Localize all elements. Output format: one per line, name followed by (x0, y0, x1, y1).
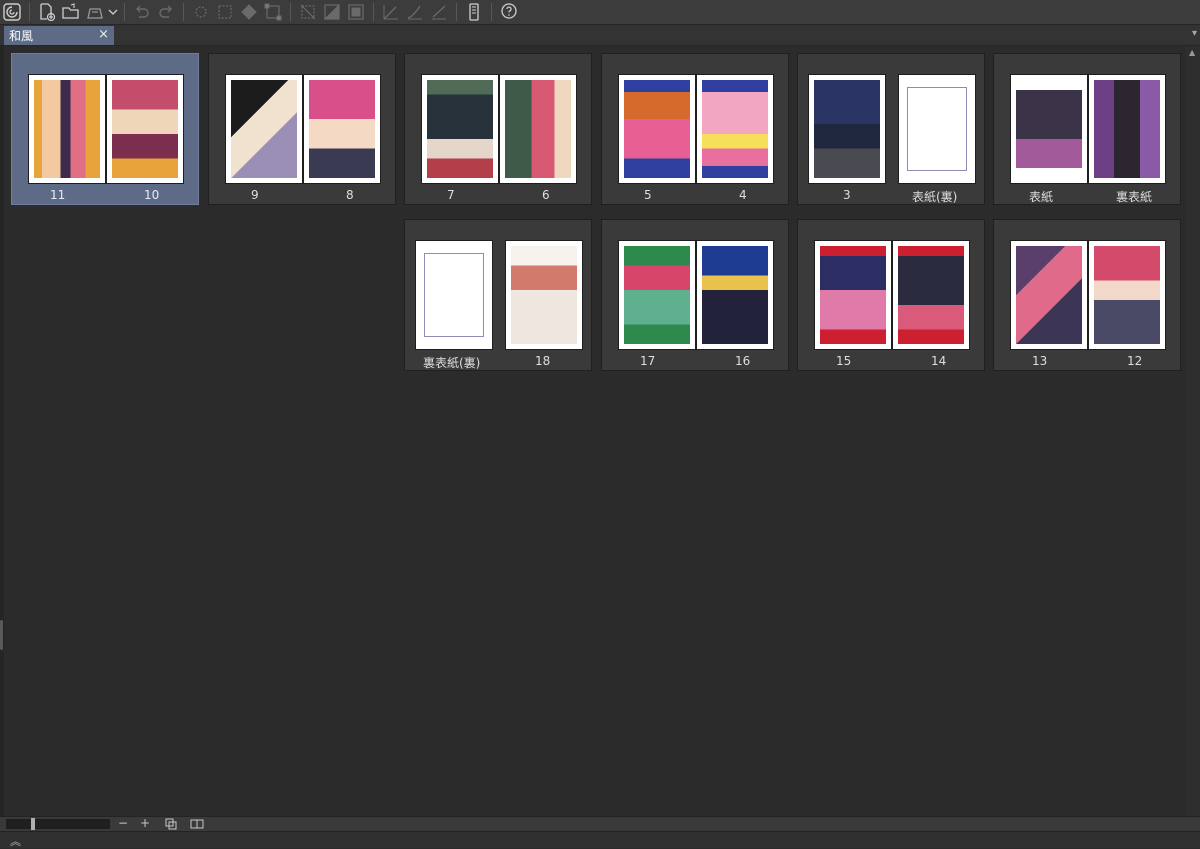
toolbar-divider (456, 3, 457, 21)
ruler-icon[interactable] (380, 1, 402, 23)
left-panel-edge (0, 46, 4, 816)
page-thumbnail-cover-back[interactable] (898, 74, 976, 184)
select-all-icon[interactable] (214, 1, 236, 23)
page-thumbnail-10[interactable] (106, 74, 184, 184)
vertical-scrollbar[interactable] (1186, 46, 1200, 816)
help-icon[interactable] (498, 1, 520, 23)
deselect-icon[interactable] (297, 1, 319, 23)
fill-icon[interactable] (238, 1, 260, 23)
trim-frame (424, 253, 484, 337)
toolbar-divider (491, 3, 492, 21)
page-number-label: 14 (931, 354, 947, 368)
toolbar-divider (373, 3, 374, 21)
spread-15-14[interactable]: 15 14 (797, 219, 985, 371)
chevron-down-icon[interactable] (108, 1, 118, 23)
chevron-down-icon[interactable]: ▾ (1192, 28, 1197, 39)
page-thumbnail-7[interactable] (421, 74, 499, 184)
page-thumbnail-6[interactable] (499, 74, 577, 184)
invert-selection-icon[interactable] (321, 1, 343, 23)
spread-7-6[interactable]: 7 6 (404, 53, 592, 205)
page-number-label: 17 (640, 354, 656, 368)
page-thumbnail-cover[interactable] (1010, 74, 1088, 184)
open-folder-icon[interactable] (60, 1, 82, 23)
page-number-label: 7 (447, 188, 455, 202)
page-thumbnail-11[interactable] (28, 74, 106, 184)
status-bar: ︽ (0, 831, 1200, 848)
page-number-label: 4 (739, 188, 747, 202)
toolbar-divider (29, 3, 30, 21)
spread-cover[interactable]: 表紙 裏表紙 (993, 53, 1181, 205)
undo-icon[interactable] (131, 1, 153, 23)
trim-frame (907, 87, 967, 171)
panel-resize-handle[interactable] (0, 620, 3, 650)
page-number-label: 18 (535, 354, 551, 368)
page-number-label: 10 (144, 188, 160, 202)
page-thumbnail-15[interactable] (814, 240, 892, 350)
scroll-up-icon[interactable]: ▲ (1189, 48, 1195, 57)
page-thumbnail-13[interactable] (1010, 240, 1088, 350)
export-icon[interactable] (84, 1, 106, 23)
page-thumbnail-12[interactable] (1088, 240, 1166, 350)
page-number-label: 裏表紙 (1116, 190, 1153, 204)
page-thumbnail-3[interactable] (808, 74, 886, 184)
spread-11-10[interactable]: 11 10 (11, 53, 199, 205)
page-number-label: 3 (843, 188, 851, 202)
toolbar-divider (124, 3, 125, 21)
page-number-label: 表紙(裏) (912, 190, 958, 204)
page-thumbnail-back-cover[interactable] (1088, 74, 1166, 184)
ruler-pen-icon[interactable] (404, 1, 426, 23)
page-thumbnail-17[interactable] (618, 240, 696, 350)
page-thumbnail-9[interactable] (225, 74, 303, 184)
redo-icon[interactable] (155, 1, 177, 23)
spread-5-4[interactable]: 5 4 (601, 53, 789, 205)
page-number-label: 表紙 (1029, 190, 1054, 204)
page-number-label: 16 (735, 354, 751, 368)
page-number-label: 15 (836, 354, 852, 368)
zoom-slider-handle[interactable] (31, 818, 35, 830)
page-thumbnail-8[interactable] (303, 74, 381, 184)
spread-back-cover-inner-18[interactable]: 裏表紙(裏) 18 (404, 219, 592, 371)
toolbar-divider (183, 3, 184, 21)
page-number-label: 8 (346, 188, 354, 202)
page-thumbnail-16[interactable] (696, 240, 774, 350)
zoom-out-button[interactable]: − (118, 817, 128, 830)
show-selection-icon[interactable] (345, 1, 367, 23)
clear-icon[interactable] (190, 1, 212, 23)
page-number-label: 6 (542, 188, 550, 202)
page-number-label: 5 (644, 188, 652, 202)
transform-icon[interactable] (262, 1, 284, 23)
page-number-label: 9 (251, 188, 259, 202)
clip-logo-icon[interactable] (1, 1, 23, 23)
page-thumbnail-4[interactable] (696, 74, 774, 184)
page-thumbnail-18[interactable] (505, 240, 583, 350)
page-number-label: 13 (1032, 354, 1048, 368)
tab-title: 和風 (9, 29, 34, 43)
tab-document[interactable]: 和風 × (4, 26, 114, 45)
page-number-label: 11 (50, 188, 66, 202)
new-page-icon[interactable] (36, 1, 58, 23)
device-icon[interactable] (463, 1, 485, 23)
zoom-bar: − + (0, 816, 1200, 831)
main-toolbar (0, 0, 1200, 25)
spread-9-8[interactable]: 9 8 (208, 53, 396, 205)
page-number-label: 裏表紙(裏) (423, 356, 481, 370)
page-number-label: 12 (1127, 354, 1143, 368)
close-icon[interactable]: × (98, 27, 109, 42)
zoom-in-button[interactable]: + (140, 817, 150, 830)
spread-3-cover-back[interactable]: 3 表紙(裏) (797, 53, 985, 205)
toolbar-divider (290, 3, 291, 21)
page-thumbnail-14[interactable] (892, 240, 970, 350)
spread-13-12[interactable]: 13 12 (993, 219, 1181, 371)
ruler-line-icon[interactable] (428, 1, 450, 23)
zoom-slider[interactable] (6, 819, 110, 829)
page-thumbnail-5[interactable] (618, 74, 696, 184)
document-tab-strip: 和風 × ▾ (0, 25, 1200, 46)
spread-17-16[interactable]: 17 16 (601, 219, 789, 371)
page-thumbnail-back-cover-inner[interactable] (415, 240, 493, 350)
